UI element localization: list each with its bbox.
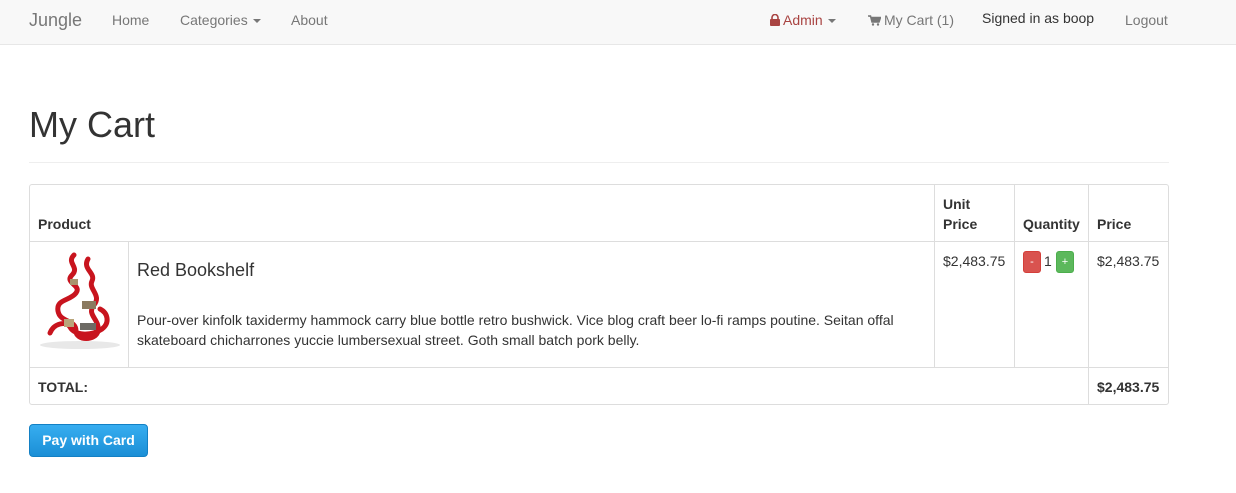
column-divider	[1014, 185, 1015, 367]
pay-with-card-button[interactable]: Pay with Card	[29, 424, 148, 457]
cart-table: Product Unit Price Quantity Price Red Bo…	[29, 184, 1169, 405]
header-unit-price-line2: Price	[943, 216, 978, 232]
nav-categories[interactable]: Categories	[180, 0, 261, 45]
product-name[interactable]: Red Bookshelf	[137, 260, 254, 281]
signed-in-text: Signed in as boop	[982, 10, 1095, 26]
unit-price: $2,483.75	[943, 253, 1006, 269]
title-divider	[29, 162, 1169, 163]
row-price: $2,483.75	[1097, 253, 1160, 269]
increase-quantity-button[interactable]: +	[1056, 251, 1074, 273]
brand-link[interactable]: Jungle	[29, 0, 82, 45]
header-quantity: Quantity	[1023, 216, 1080, 232]
navbar: Jungle Home Categories About Admin My Ca…	[0, 0, 1236, 45]
header-product: Product	[38, 216, 91, 232]
lock-icon	[770, 1, 780, 41]
nav-admin-label: Admin	[783, 12, 823, 28]
total-label: TOTAL:	[38, 379, 89, 395]
caret-down-icon	[827, 19, 836, 24]
nav-home[interactable]: Home	[112, 0, 149, 45]
total-value: $2,483.75	[1097, 379, 1160, 395]
column-divider	[128, 242, 129, 367]
product-description: Pour-over kinfolk taxidermy hammock carr…	[137, 312, 894, 348]
shopping-cart-icon	[868, 1, 882, 41]
quantity-value: 1	[1044, 253, 1052, 269]
decrease-quantity-button[interactable]: -	[1023, 251, 1041, 273]
total-divider	[30, 367, 1168, 368]
page-title: My Cart	[29, 104, 155, 145]
nav-logout[interactable]: Logout	[1125, 0, 1168, 45]
nav-cart-label: My Cart (1)	[884, 12, 954, 28]
header-price: Price	[1097, 216, 1132, 232]
nav-about[interactable]: About	[291, 0, 328, 45]
header-unit-price-line1: Unit	[943, 196, 971, 212]
nav-categories-label: Categories	[180, 12, 248, 28]
header-divider	[30, 241, 1168, 242]
nav-admin[interactable]: Admin	[770, 0, 836, 45]
column-divider	[934, 185, 935, 367]
product-image	[36, 249, 124, 351]
column-divider	[1088, 185, 1089, 405]
caret-down-icon	[252, 19, 261, 24]
nav-cart[interactable]: My Cart (1)	[868, 0, 954, 45]
